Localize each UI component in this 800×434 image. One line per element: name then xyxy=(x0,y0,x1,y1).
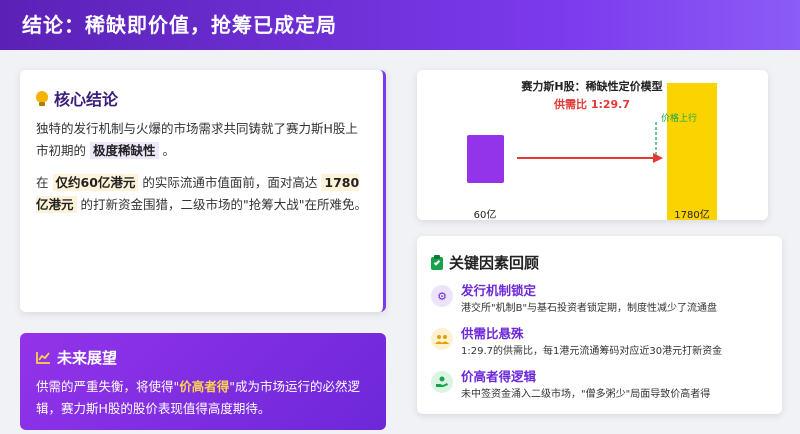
p1-highlight: 极度稀缺性 xyxy=(90,142,159,159)
page-title: 结论：稀缺即价值，抢筹已成定局 xyxy=(22,13,337,37)
outlook-body: 供需的严重失衡，将使得"价高者得"成为市场运行的必然逻辑，赛力斯H股的股价表现值… xyxy=(36,376,370,420)
p1-text: 独特的发行机制与火爆的市场需求共同铸就了赛力斯H股上市初期的 xyxy=(36,121,358,158)
factor-item: ⚙ 发行机制锁定 港交所"机制B"与基石投资者锁定期，制度性减少了流通盘 xyxy=(431,283,768,316)
factor-title: 供需比悬殊 xyxy=(461,326,524,341)
p2-text-end: 的打新资金围猎，二级市场的"抢筹大战"在所难免。 xyxy=(80,197,368,212)
factor-desc: 港交所"机制B"与基石投资者锁定期，制度性减少了流通盘 xyxy=(461,303,718,314)
outlook-text-start: 供需的严重失衡，将使得" xyxy=(36,379,180,394)
bar-demand xyxy=(667,83,717,220)
outlook-highlight: 价高者得 xyxy=(179,379,230,394)
label-supply: 60亿 xyxy=(474,208,497,220)
model-title: 赛力斯H股：稀缺性定价模型 xyxy=(520,79,662,93)
conclusion-title-text: 核心结论 xyxy=(54,90,119,109)
page-header: 结论：稀缺即价值，抢筹已成定局 xyxy=(0,0,800,50)
clipboard-check-icon xyxy=(431,255,443,270)
factors-title: 关键因素回顾 xyxy=(431,252,768,273)
conclusion-title: 核心结论 xyxy=(36,86,369,110)
chart-line-icon xyxy=(36,352,50,364)
factor-item: 供需比悬殊 1:29.7的供需比，每1港元流通筹码对应近30港元打新资金 xyxy=(431,326,768,359)
p1-end: 。 xyxy=(162,143,176,158)
outlook-title: 未来展望 xyxy=(36,347,370,368)
pricing-model-card: 赛力斯H股：稀缺性定价模型 供需比 1:29.7 价格上行 60亿 1780亿 xyxy=(417,70,768,220)
gears-icon: ⚙ xyxy=(431,285,453,307)
bar-supply xyxy=(467,135,504,183)
factor-desc: 未中签资金涌入二级市场，"僧多粥少"局面导致价高者得 xyxy=(461,389,711,400)
factor-item: 价高者得逻辑 未中签资金涌入二级市场，"僧多粥少"局面导致价高者得 xyxy=(431,369,768,402)
model-ratio: 供需比 1:29.7 xyxy=(553,97,630,111)
factor-desc: 1:29.7的供需比，每1港元流通筹码对应近30港元打新资金 xyxy=(461,346,723,357)
arrow-head xyxy=(653,153,663,163)
pricing-model-chart: 赛力斯H股：稀缺性定价模型 供需比 1:29.7 价格上行 60亿 1780亿 xyxy=(467,79,717,220)
conclusion-paragraph-1: 独特的发行机制与火爆的市场需求共同铸就了赛力斯H股上市初期的 极度稀缺性 。 xyxy=(36,118,369,162)
lightbulb-icon xyxy=(36,90,48,106)
conclusion-card: 核心结论 独特的发行机制与火爆的市场需求共同铸就了赛力斯H股上市初期的 极度稀缺… xyxy=(20,70,386,312)
p2-text-start: 在 xyxy=(36,175,49,190)
factor-title: 发行机制锁定 xyxy=(461,283,537,298)
factors-title-text: 关键因素回顾 xyxy=(449,254,540,272)
outlook-card: 未来展望 供需的严重失衡，将使得"价高者得"成为市场运行的必然逻辑，赛力斯H股的… xyxy=(20,333,386,430)
hand-money-icon xyxy=(431,371,453,393)
p2-text-mid: 的实际流通市值面前，面对高达 xyxy=(142,175,318,190)
p2-highlight-supply: 仅约60亿港元 xyxy=(52,174,139,191)
conclusion-paragraph-2: 在 仅约60亿港元 的实际流通市值面前，面对高达 1780亿港元 的打新资金围猎… xyxy=(36,172,369,216)
users-icon xyxy=(431,328,453,350)
annotation-label: 价格上行 xyxy=(661,112,697,124)
factor-title: 价高者得逻辑 xyxy=(461,369,537,384)
label-demand: 1780亿 xyxy=(674,208,709,220)
outlook-title-text: 未来展望 xyxy=(57,349,118,367)
key-factors-card: 关键因素回顾 ⚙ 发行机制锁定 港交所"机制B"与基石投资者锁定期，制度性减少了… xyxy=(417,236,782,414)
